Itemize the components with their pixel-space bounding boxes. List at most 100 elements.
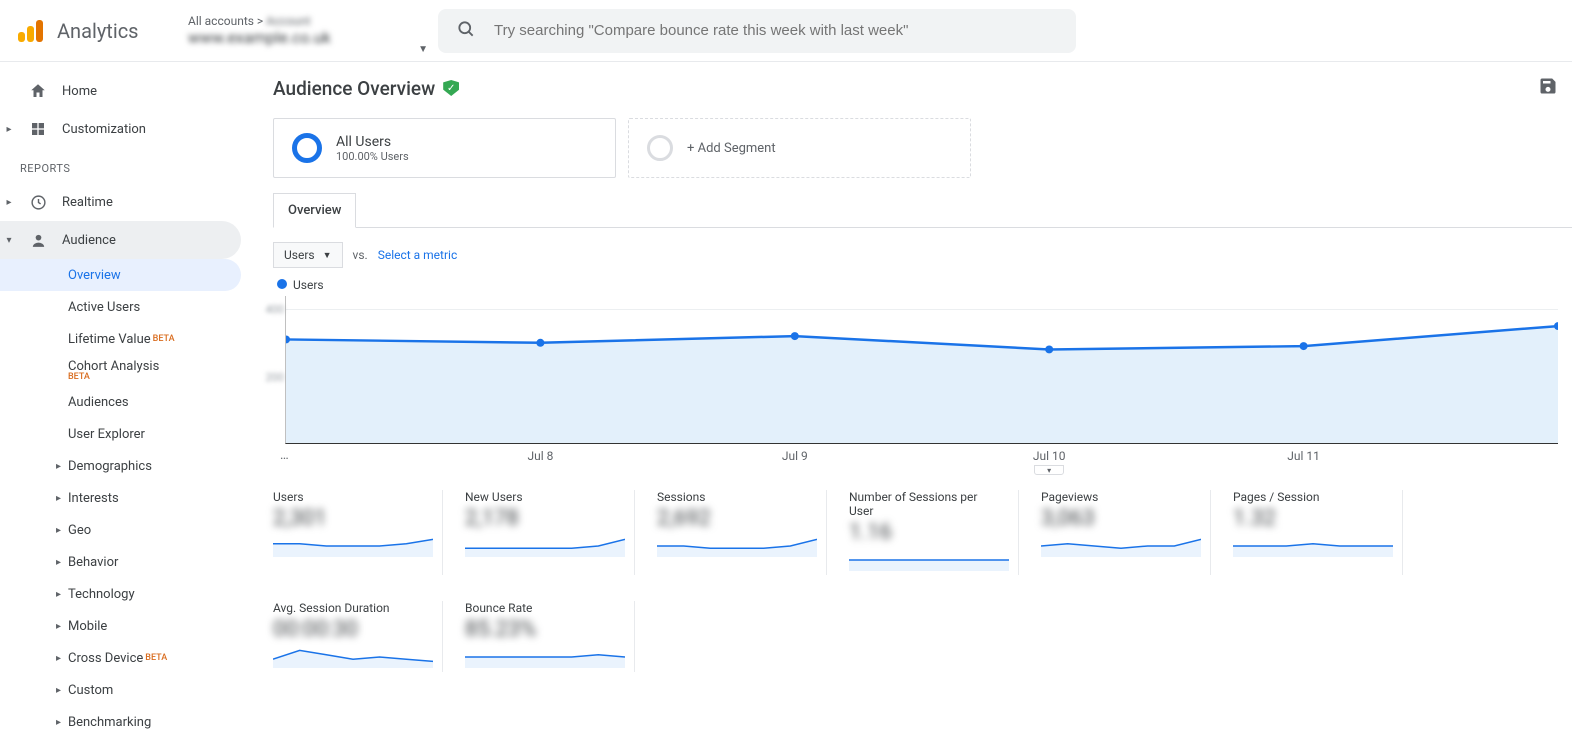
sidebar-sub-cross-device[interactable]: ▸Cross DeviceBETA — [0, 642, 241, 674]
chevron-down-icon: ▼ — [323, 250, 332, 261]
axis-ellipsis: … — [280, 448, 289, 463]
kpi-label: Sessions — [657, 490, 810, 504]
kpi-card[interactable]: Users 2,301 — [273, 490, 443, 575]
home-icon — [28, 82, 48, 100]
chevron-right-icon: ▸ — [56, 461, 61, 472]
x-axis-tick: Jul 8 — [527, 449, 553, 463]
main-content: Audience Overview ✓ All Users 100.00% Us… — [245, 62, 1572, 740]
kpi-card[interactable]: New Users 2,178 — [465, 490, 635, 575]
account-selector[interactable]: All accounts > Account www.example.co.uk… — [188, 14, 418, 47]
kpi-value: 00:00:30 — [273, 617, 426, 642]
segment-circle-icon — [292, 133, 322, 163]
clock-icon — [28, 194, 48, 211]
chevron-down-icon: ▾ — [4, 235, 14, 246]
tabstrip: Overview — [273, 192, 1572, 228]
kpi-card[interactable]: Sessions 2,692 — [657, 490, 827, 575]
kpi-label: Users — [273, 490, 426, 504]
segment-circle-empty-icon — [647, 135, 673, 161]
search-icon — [456, 19, 476, 43]
add-segment-button[interactable]: + Add Segment — [628, 118, 971, 178]
chart-legend: Users — [277, 278, 1572, 292]
chevron-down-icon: ▼ — [418, 44, 428, 55]
sidebar-item-home[interactable]: Home — [0, 72, 241, 110]
logo-block[interactable]: Analytics — [18, 19, 178, 43]
search-input[interactable] — [494, 22, 1058, 39]
sidebar-sub-technology[interactable]: ▸Technology — [0, 578, 241, 610]
kpi-card[interactable]: Pageviews 3,063 — [1041, 490, 1211, 575]
sidebar-label: Realtime — [62, 195, 113, 210]
x-axis-tick: Jul 10 — [1033, 449, 1066, 463]
kpi-card[interactable]: Pages / Session 1.32 — [1233, 490, 1403, 575]
sparkline-icon — [1041, 535, 1201, 557]
chevron-right-icon: ▸ — [56, 685, 61, 696]
sparkline-icon — [849, 549, 1009, 571]
sparkline-icon — [273, 646, 433, 668]
sidebar-sub-user-explorer[interactable]: User Explorer — [0, 418, 241, 450]
kpi-label: Number of Sessions per User — [849, 490, 1002, 518]
chevron-right-icon: ▸ — [56, 621, 61, 632]
chevron-right-icon: ▸ — [56, 589, 61, 600]
kpi-grid: Users 2,301 New Users 2,178 Sessions 2,6… — [273, 490, 1572, 698]
sidebar-sub-custom[interactable]: ▸Custom — [0, 674, 241, 706]
sidebar-sub-audiences[interactable]: Audiences — [0, 386, 241, 418]
sidebar-sub-mobile[interactable]: ▸Mobile — [0, 610, 241, 642]
sidebar-item-customization[interactable]: ▸ Customization — [0, 110, 241, 148]
kpi-card[interactable]: Bounce Rate 85.23% — [465, 601, 635, 672]
kpi-value: 2,178 — [465, 506, 618, 531]
tab-overview[interactable]: Overview — [273, 193, 356, 228]
sidebar-sub-behavior[interactable]: ▸Behavior — [0, 546, 241, 578]
sidebar-item-realtime[interactable]: ▸ Realtime — [0, 183, 241, 221]
search-bar[interactable] — [438, 9, 1076, 53]
person-icon — [28, 232, 48, 249]
kpi-label: Pages / Session — [1233, 490, 1386, 504]
chevron-right-icon: ▸ — [56, 525, 61, 536]
kpi-value: 3,063 — [1041, 506, 1194, 531]
save-icon[interactable] — [1538, 76, 1558, 100]
users-chart[interactable]: … 400200 Jul 8Jul 9Jul 10▾Jul 11 — [285, 296, 1558, 444]
sidebar-sub-cohort[interactable]: Cohort Analysis BETA — [0, 355, 241, 386]
segment-title: All Users — [336, 134, 409, 150]
kpi-card[interactable]: Number of Sessions per User 1.16 — [849, 490, 1019, 575]
reports-section-label: REPORTS — [0, 148, 245, 183]
y-axis-tick: 400 — [265, 303, 284, 316]
sparkline-icon — [465, 535, 625, 557]
sparkline-icon — [465, 646, 625, 668]
sidebar-sub-active-users[interactable]: Active Users — [0, 291, 241, 323]
sparkline-icon — [657, 535, 817, 557]
chevron-right-icon: ▸ — [56, 717, 61, 728]
vs-label: vs. — [353, 248, 368, 262]
legend-dot-icon — [277, 279, 287, 289]
account-breadcrumb: All accounts > Account — [188, 14, 418, 28]
select-metric-link[interactable]: Select a metric — [378, 248, 458, 262]
kpi-label: New Users — [465, 490, 618, 504]
account-domain: www.example.co.uk — [188, 28, 418, 47]
sidebar-sub-lifetime-value[interactable]: Lifetime ValueBETA — [0, 323, 241, 355]
sparkline-icon — [1233, 535, 1393, 557]
kpi-label: Pageviews — [1041, 490, 1194, 504]
segment-subtitle: 100.00% Users — [336, 150, 409, 163]
page-title: Audience Overview ✓ — [273, 77, 459, 100]
beta-tag: BETA — [145, 653, 167, 663]
sidebar-label: Audience — [62, 233, 116, 248]
chart-expand-handle[interactable]: ▾ — [1034, 465, 1064, 475]
dashboard-icon — [28, 121, 48, 137]
segment-all-users[interactable]: All Users 100.00% Users — [273, 118, 616, 178]
sidebar-sub-overview[interactable]: Overview — [0, 259, 241, 291]
x-axis-tick: Jul 9 — [782, 449, 808, 463]
y-axis-tick: 200 — [265, 371, 284, 384]
chevron-right-icon: ▸ — [56, 653, 61, 664]
x-axis-tick: Jul 11 — [1287, 449, 1320, 463]
sidebar-sub-demographics[interactable]: ▸Demographics — [0, 450, 241, 482]
metric-selector[interactable]: Users ▼ — [273, 242, 343, 268]
kpi-value: 2,692 — [657, 506, 810, 531]
sidebar-sub-benchmarking[interactable]: ▸Benchmarking — [0, 706, 241, 738]
kpi-value: 2,301 — [273, 506, 426, 531]
sidebar-sub-interests[interactable]: ▸Interests — [0, 482, 241, 514]
chevron-right-icon: ▸ — [4, 197, 14, 208]
logo-text: Analytics — [57, 19, 139, 43]
sidebar-sub-geo[interactable]: ▸Geo — [0, 514, 241, 546]
kpi-value: 85.23% — [465, 617, 618, 642]
add-segment-label: + Add Segment — [687, 141, 776, 156]
kpi-card[interactable]: Avg. Session Duration 00:00:30 — [273, 601, 443, 672]
sidebar-item-audience[interactable]: ▾ Audience — [0, 221, 241, 259]
